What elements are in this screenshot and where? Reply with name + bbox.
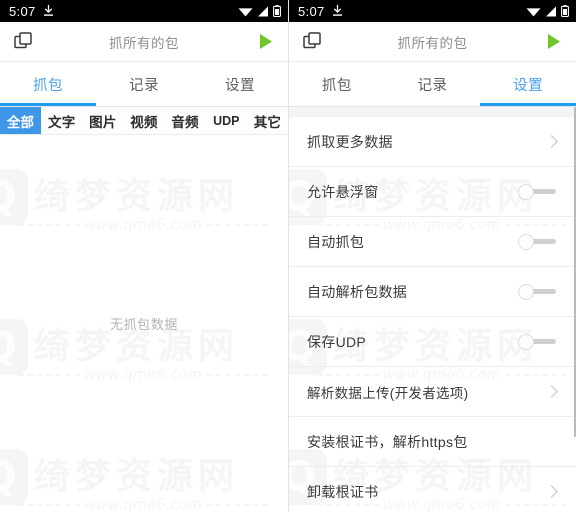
filter-chip-text[interactable]: 文字: [41, 107, 82, 134]
toggle-knob: [518, 333, 534, 350]
empty-state-text: 无抓包数据: [109, 317, 178, 332]
setting-row-capture-more-data[interactable]: 抓取更多数据: [289, 117, 576, 167]
setting-label: 自动解析包数据: [307, 283, 408, 300]
tab-records-label: 记录: [417, 77, 448, 94]
setting-label: 自动抓包: [307, 233, 365, 250]
filter-chip-audio-label: 音频: [171, 114, 199, 130]
setting-row-allow-floating-window[interactable]: 允许悬浮窗: [289, 167, 576, 217]
left-phone-panel: Q 绮梦资源网 www.qmo6.com Q 绮梦资源网 www.qm: [0, 0, 288, 512]
status-bar-clock: 5:07: [298, 3, 325, 19]
app-bar: 抓所有的包: [289, 22, 576, 62]
filter-chip-text-label: 文字: [48, 114, 76, 130]
signal-icon: [546, 6, 556, 16]
status-bar-system-icons: [238, 5, 281, 17]
setting-row-save-udp[interactable]: 保存UDP: [289, 317, 576, 367]
setting-row-auto-capture[interactable]: 自动抓包: [289, 217, 576, 267]
filter-chip-other[interactable]: 其它: [247, 107, 288, 134]
tabs-divider: [289, 106, 576, 107]
layers-icon: [302, 32, 321, 49]
setting-row-uninstall-root-certificate[interactable]: 卸载根证书: [289, 467, 576, 512]
toggle-auto-parse-packet-data[interactable]: [516, 283, 556, 300]
filter-chip-other-label: 其它: [253, 114, 282, 130]
battery-icon: [273, 5, 281, 17]
wifi-icon: [526, 7, 541, 16]
chevron-right-icon: [545, 385, 558, 398]
tab-records[interactable]: 记录: [96, 62, 192, 106]
tab-capture-label: 抓包: [33, 77, 63, 94]
tab-records-label: 记录: [129, 77, 159, 94]
app-bar-title: 抓所有的包: [109, 35, 179, 51]
setting-row-install-root-certificate[interactable]: 安装根证书，解析https包: [289, 417, 576, 467]
play-icon: [547, 34, 560, 49]
wifi-icon: [238, 7, 253, 16]
toggle-allow-floating-window[interactable]: [516, 183, 556, 200]
chevron-right-icon: [545, 135, 558, 148]
filter-chip-image-label: 图片: [89, 114, 117, 130]
status-bar-system-icons: [526, 5, 569, 17]
filter-chip-udp-label: UDP: [213, 113, 240, 128]
setting-label: 解析数据上传(开发者选项): [307, 385, 469, 401]
status-bar: 5:07: [0, 0, 288, 22]
tab-capture[interactable]: 抓包: [0, 62, 96, 106]
start-capture-button[interactable]: [540, 29, 566, 55]
toggle-knob: [518, 233, 534, 250]
setting-label: 允许悬浮窗: [307, 183, 379, 200]
status-bar-notification-icons: [43, 5, 54, 17]
setting-label: 保存UDP: [307, 333, 367, 350]
filter-chip-udp[interactable]: UDP: [206, 107, 247, 134]
filter-chip-video[interactable]: 视频: [123, 107, 164, 134]
start-capture-button[interactable]: [252, 29, 278, 55]
toggle-auto-capture[interactable]: [516, 233, 556, 250]
signal-icon: [258, 6, 268, 16]
settings-list[interactable]: 抓取更多数据 允许悬浮窗 自动抓包 自动解析包数据 保存UDP 解析数据上传(开…: [289, 107, 576, 512]
download-icon: [43, 5, 53, 16]
setting-label: 卸载根证书: [307, 483, 379, 500]
filter-chip-all-label: 全部: [6, 114, 35, 130]
layers-icon-button[interactable]: [299, 29, 325, 55]
status-bar-notification-icons: [332, 5, 343, 17]
tab-records[interactable]: 记录: [385, 62, 481, 106]
filter-chip-bar: 全部 文字 图片 视频 音频 UDP 其它: [0, 107, 288, 135]
setting-label: 安装根证书，解析https包: [307, 433, 468, 450]
toggle-knob: [518, 183, 534, 200]
tab-capture[interactable]: 抓包: [289, 62, 385, 106]
setting-row-auto-parse-packet-data[interactable]: 自动解析包数据: [289, 267, 576, 317]
filter-chip-audio[interactable]: 音频: [165, 107, 206, 134]
chevron-right-icon: [545, 485, 558, 498]
tab-settings[interactable]: 设置: [192, 62, 288, 106]
layers-icon: [13, 32, 32, 49]
tab-settings-label: 设置: [513, 77, 544, 94]
main-tabs-left: 抓包 记录 设置: [0, 62, 288, 106]
tab-settings-label: 设置: [225, 77, 255, 94]
status-bar-clock: 5:07: [9, 3, 36, 19]
download-icon: [332, 5, 342, 16]
toggle-save-udp[interactable]: [516, 333, 556, 350]
status-bar: 5:07: [289, 0, 576, 22]
tab-capture-label: 抓包: [321, 77, 352, 94]
toggle-knob: [518, 283, 534, 300]
tab-settings[interactable]: 设置: [480, 62, 576, 106]
filter-chip-video-label: 视频: [130, 114, 158, 130]
app-bar: 抓所有的包: [0, 22, 288, 62]
setting-row-parse-data-upload[interactable]: 解析数据上传(开发者选项): [289, 367, 576, 417]
filter-chip-image[interactable]: 图片: [82, 107, 123, 134]
play-icon: [259, 34, 272, 49]
setting-label: 抓取更多数据: [307, 133, 393, 150]
battery-icon: [561, 5, 569, 17]
right-phone-panel: Q 绮梦资源网 www.qmo6.com Q 绮梦资源网 www.qm: [288, 0, 576, 512]
settings-list-top-gap: [289, 107, 576, 117]
capture-list-empty-area: 无抓包数据: [0, 135, 288, 512]
app-bar-title: 抓所有的包: [397, 35, 468, 51]
main-tabs-right: 抓包 记录 设置: [289, 62, 576, 106]
filter-chip-all[interactable]: 全部: [0, 107, 42, 134]
app-screen: Q 绮梦资源网 www.qmo6.com Q 绮梦资源网 www.qm: [0, 0, 576, 512]
layers-icon-button[interactable]: [10, 29, 36, 55]
